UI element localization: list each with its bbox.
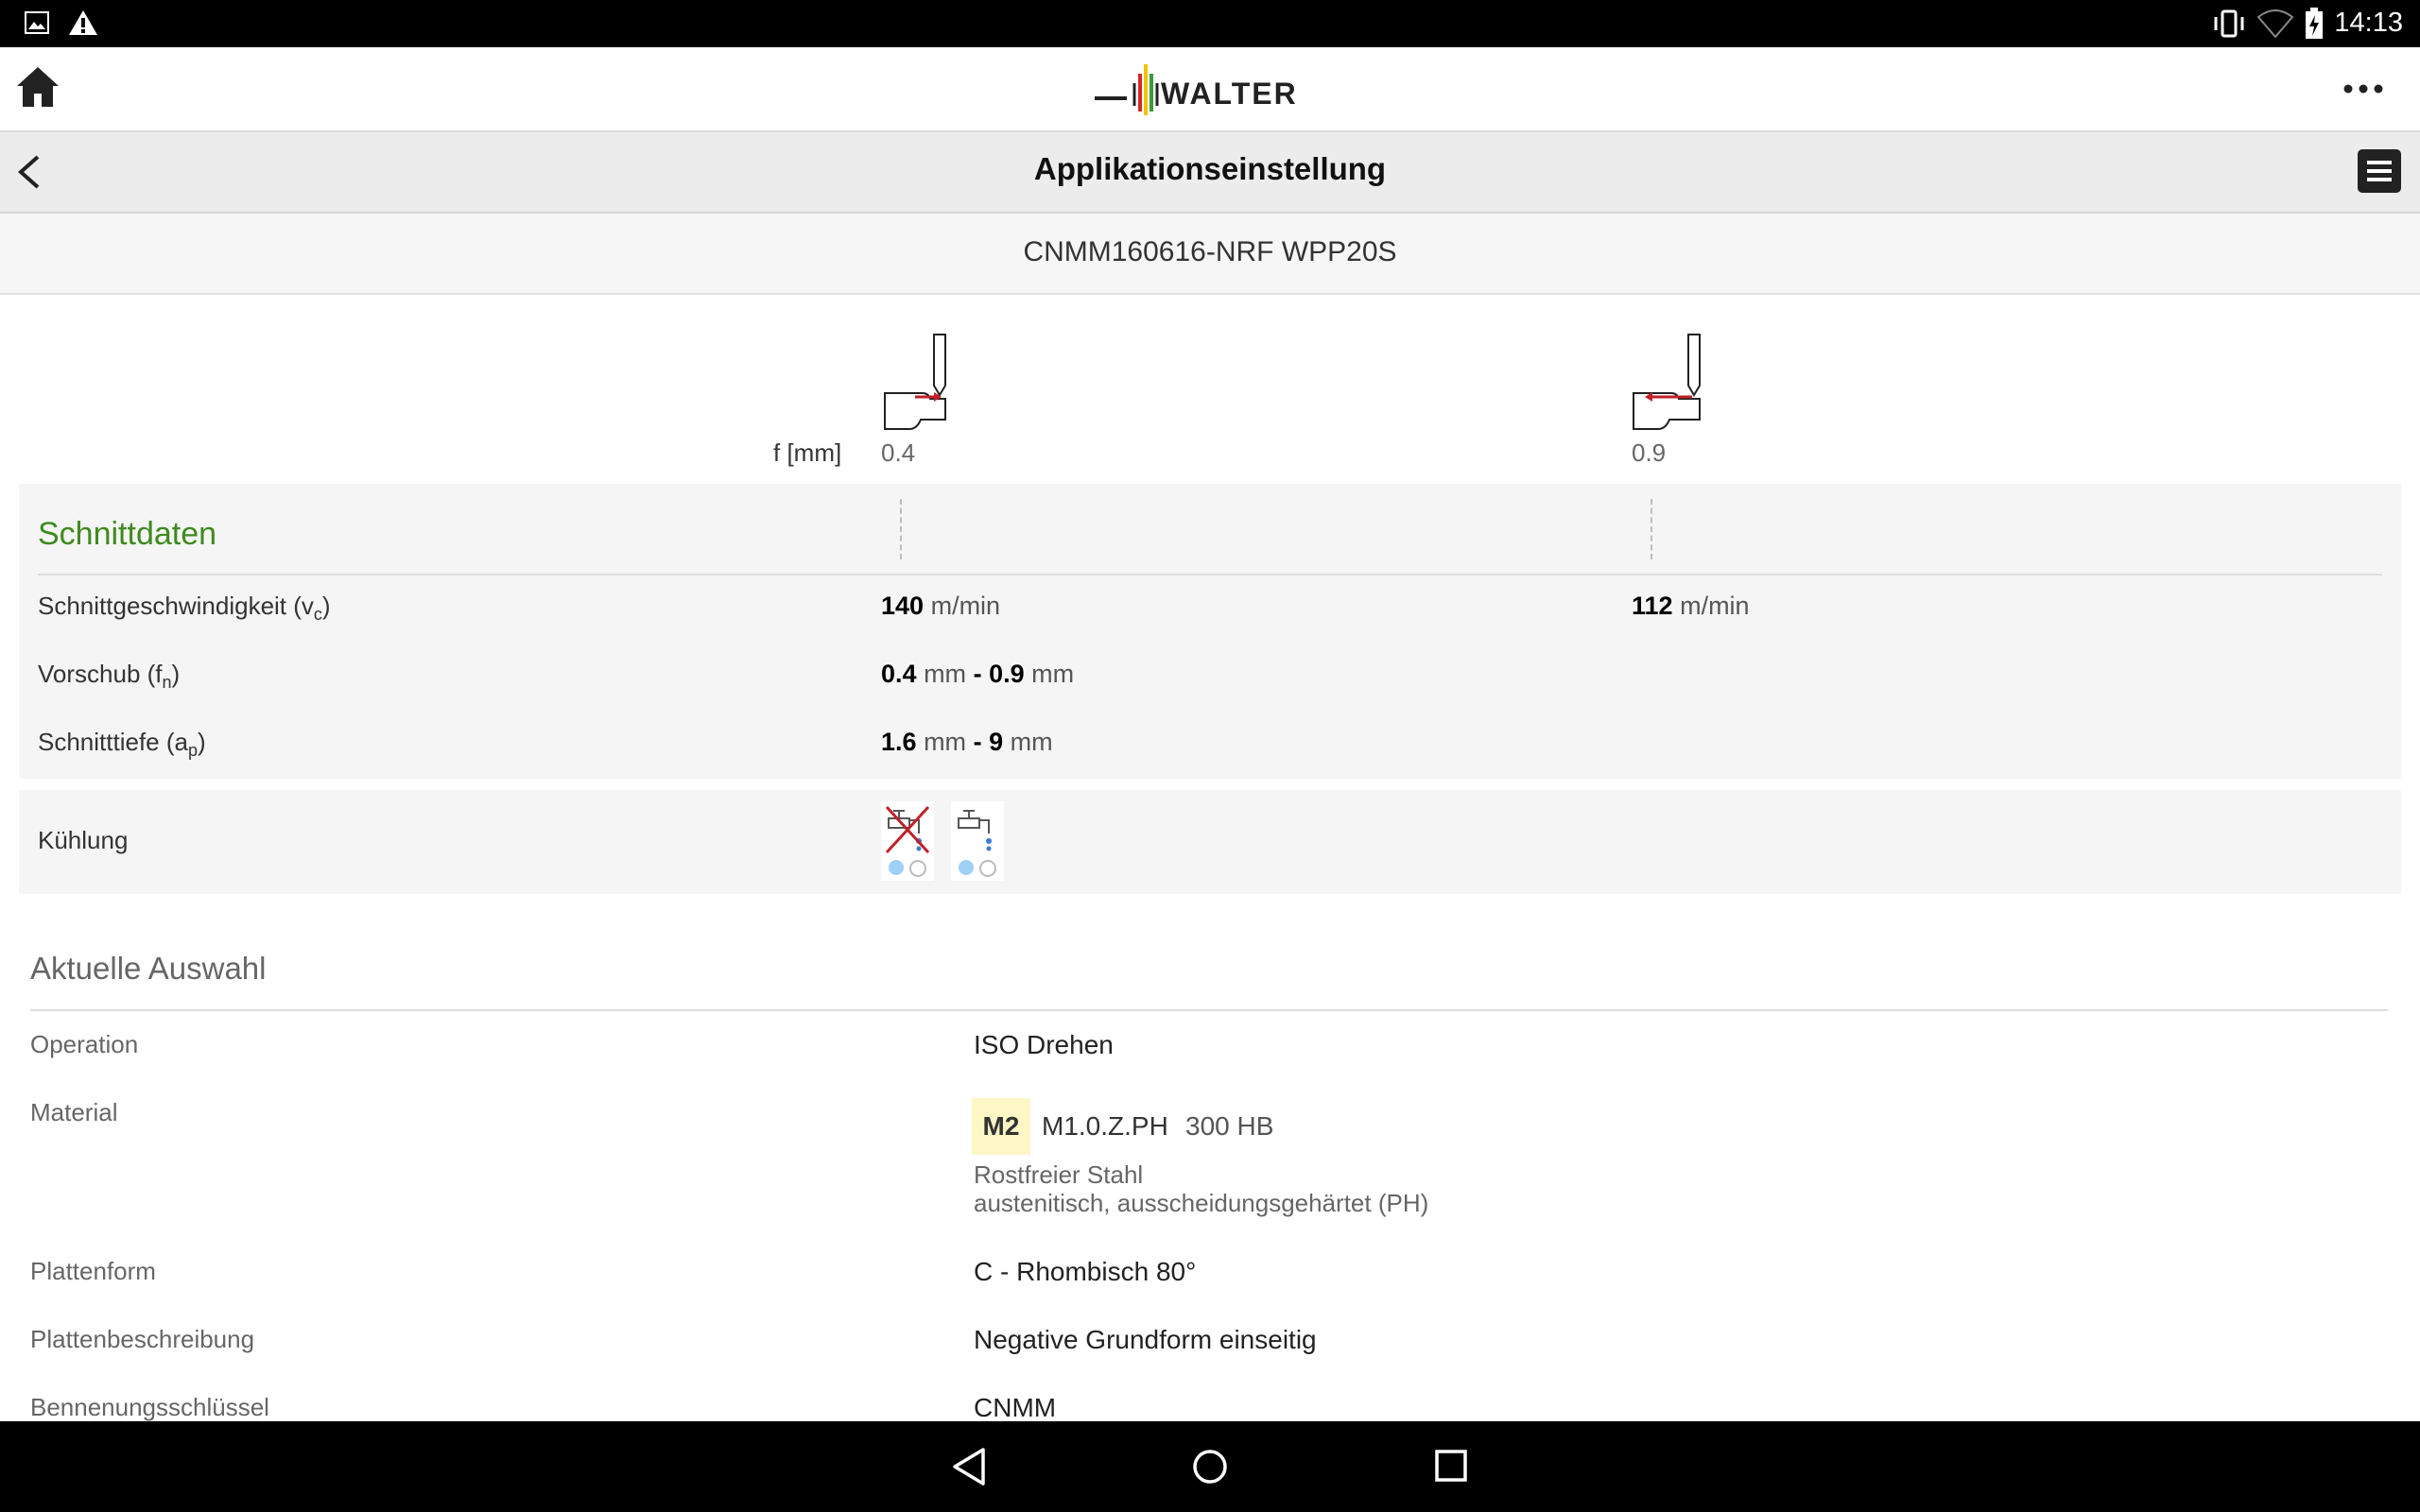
operation-label: Operation (30, 1030, 139, 1058)
status-bar: 14:13 (0, 0, 2420, 47)
feed-label: f [mm] (773, 438, 842, 467)
material-hardness: 300 HB (1185, 1111, 1274, 1141)
operation-value: ISO Drehen (974, 1030, 1114, 1059)
cutting-depth-range: 1.6 mm - 9 mm (881, 728, 1053, 756)
feed-value-2: 0.9 (1632, 438, 1667, 467)
title-bar: Applikationseinstellung (0, 132, 2420, 214)
material-description: Rostfreier Stahl (974, 1160, 1144, 1189)
material-code: M1.0.Z.PH (1042, 1111, 1168, 1141)
cutting-data-panel: Schnittdaten Schnittgeschwindigkeit (vc)… (19, 484, 2401, 779)
material-group-badge: M2 (972, 1098, 1030, 1155)
material-label: Material (30, 1098, 118, 1126)
feed-value-1: 0.4 (881, 438, 916, 467)
feed-rate-label: Vorschub (fn) (38, 660, 181, 693)
selection-dot (979, 860, 996, 877)
product-header: CNMM160616-NRF WPP20S (0, 214, 2420, 295)
walter-logo: WALTER (1095, 64, 1298, 115)
navigation-bar (0, 1421, 2420, 1512)
cooling-option-wet[interactable] (951, 801, 1004, 881)
vibrate-icon (2214, 9, 2244, 38)
more-icon[interactable] (2342, 83, 2384, 94)
home-icon[interactable] (15, 64, 60, 110)
no-coolant-icon (885, 805, 930, 854)
coolant-tap-icon (958, 810, 992, 851)
plate-form-label: Plattenform (30, 1257, 156, 1285)
warning-icon (69, 10, 97, 35)
plate-description-label: Plattenbeschreibung (30, 1325, 255, 1353)
divider (30, 1009, 2388, 1011)
tool-feed-icon-1 (884, 334, 946, 430)
cutting-speed-value-1: 140 m/min (881, 592, 1001, 620)
app-bar: WALTER (0, 47, 2420, 132)
selection-dot-active (959, 860, 974, 875)
list-icon[interactable] (2358, 149, 2401, 193)
selection-dot-active (889, 860, 904, 875)
selection-dot (909, 860, 926, 877)
plate-description-value: Negative Grundform einseitig (974, 1325, 1317, 1354)
cooling-option-dry[interactable] (881, 801, 934, 881)
material-description-detail: austenitisch, ausscheidungsgehärtet (PH) (974, 1189, 1429, 1217)
nav-recents-icon[interactable] (1431, 1446, 1473, 1487)
section-title-current-selection: Aktuelle Auswahl (30, 951, 267, 986)
cutting-speed-label: Schnittgeschwindigkeit (vc) (38, 592, 331, 625)
image-icon (25, 11, 49, 34)
wifi-icon (2257, 9, 2293, 38)
tool-feed-icon-2 (1633, 334, 1701, 430)
feed-rate-range: 0.4 mm - 0.9 mm (881, 660, 1075, 688)
svg-text:WALTER: WALTER (1161, 77, 1298, 111)
column-divider (1651, 499, 1652, 559)
divider (38, 574, 2382, 576)
column-divider (900, 499, 902, 559)
cutting-speed-value-2: 112 m/min (1632, 592, 1750, 620)
clock: 14:13 (2334, 8, 2403, 38)
page-title: Applikationseinstellung (1033, 151, 1387, 186)
product-name: CNMM160616-NRF WPP20S (1023, 236, 1397, 267)
section-title-cutting-data: Schnittdaten (38, 516, 217, 552)
cutting-depth-label: Schnitttiefe (ap) (38, 728, 206, 761)
cooling-label: Kühlung (38, 826, 129, 854)
plate-form-value: C - Rhombisch 80° (974, 1257, 1197, 1286)
nav-home-icon[interactable] (1189, 1446, 1231, 1487)
designation-key-value: CNMM (974, 1393, 1057, 1422)
designation-key-label: Bennenungsschlüssel (30, 1393, 269, 1421)
battery-icon (2306, 8, 2323, 39)
cooling-panel: Kühlung (19, 790, 2401, 894)
nav-back-icon[interactable] (949, 1446, 991, 1487)
